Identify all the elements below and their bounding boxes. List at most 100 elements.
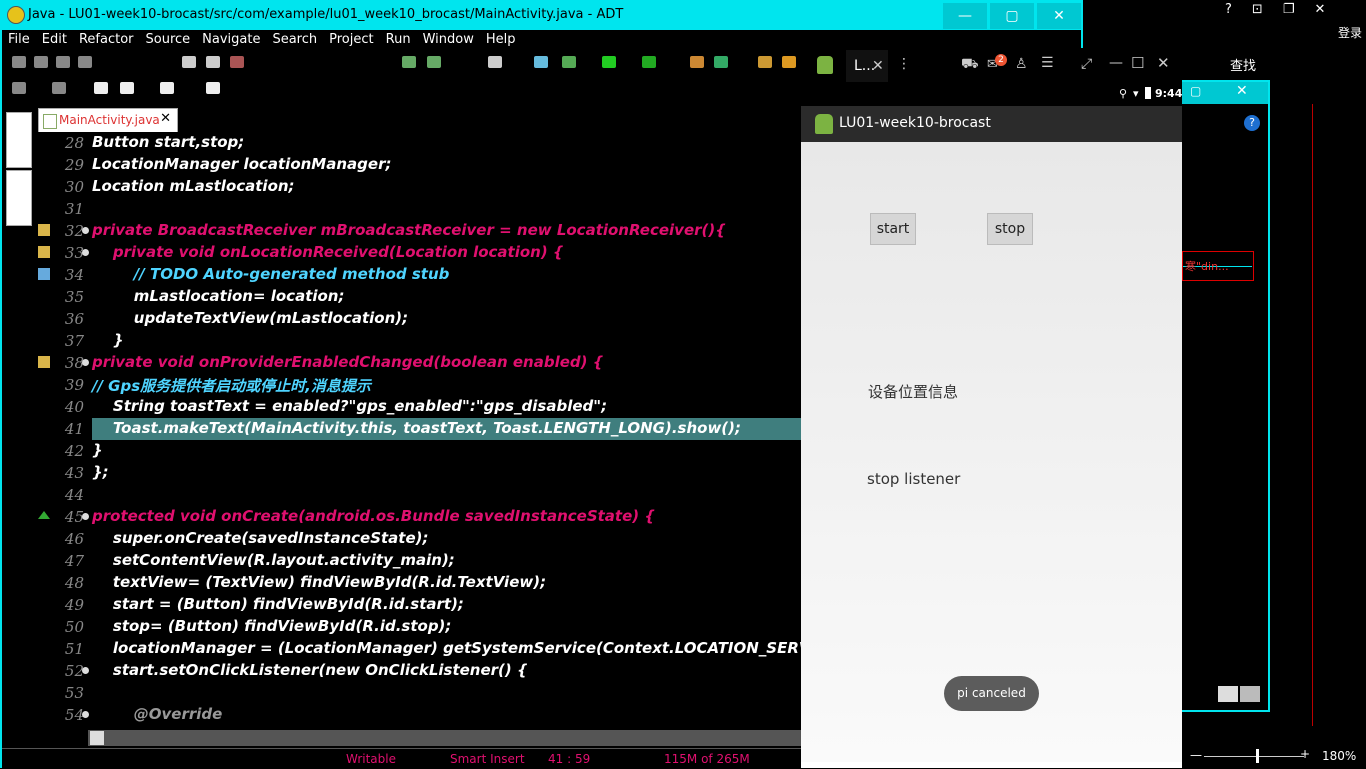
code-editor[interactable]: 28 Button start,stop; 29 LocationManager l…	[36, 132, 802, 730]
save-all-icon[interactable]	[56, 56, 70, 68]
suspend-icon[interactable]	[206, 56, 220, 68]
fold-toggle-icon[interactable]	[82, 227, 89, 234]
override-icon[interactable]	[38, 511, 50, 519]
code-line: 52 start.setOnClickListener(new OnClickL…	[36, 660, 802, 682]
zoom-bar: — + 180%	[1182, 746, 1366, 768]
emulator-tab[interactable]: L... ✕	[846, 50, 888, 82]
code-line: 38 private void onProviderEnabledChanged(…	[36, 352, 802, 374]
menu-file[interactable]: File	[2, 30, 36, 52]
close-button[interactable]: ✕	[1037, 3, 1081, 29]
task-icon[interactable]	[38, 268, 50, 280]
menu-help[interactable]: Help	[480, 30, 522, 52]
help-circle-icon[interactable]: ?	[1244, 115, 1260, 131]
history-icon[interactable]	[12, 82, 26, 94]
avd-manager-icon[interactable]	[427, 56, 441, 68]
bg-close-icon[interactable]: ✕	[1236, 83, 1248, 99]
code-text: }	[92, 441, 103, 459]
code-line: 40 String toastText = enabled?"gps_enabl…	[36, 396, 802, 418]
warning-icon[interactable]	[38, 356, 50, 368]
app-title: LU01-week10-brocast	[839, 115, 991, 131]
outline-icon[interactable]	[6, 170, 32, 226]
history-back-icon[interactable]	[120, 82, 134, 94]
cart-icon[interactable]: ⛟	[961, 56, 979, 74]
run-icon[interactable]	[602, 56, 616, 68]
back-arrow-icon[interactable]	[94, 82, 108, 94]
menu-edit[interactable]: Edit	[36, 30, 73, 52]
menu-window[interactable]: Window	[417, 30, 480, 52]
expand-icon[interactable]: ⤢	[1081, 56, 1092, 72]
new-class-icon[interactable]	[690, 56, 704, 68]
zoom-out-icon[interactable]: —	[1190, 748, 1202, 762]
zoom-in-icon[interactable]: +	[1300, 747, 1310, 761]
menu-navigate[interactable]: Navigate	[196, 30, 266, 52]
user-icon[interactable]: ♙	[1015, 56, 1028, 72]
resume-icon[interactable]	[182, 56, 196, 68]
pen-icon[interactable]	[782, 56, 796, 68]
maximize-icon[interactable]: ☐	[1131, 54, 1144, 72]
close-tab-icon[interactable]: ✕	[160, 111, 171, 126]
fold-toggle-icon[interactable]	[82, 711, 89, 718]
open-type-icon[interactable]	[758, 56, 772, 68]
search-result-text: 寒"din...	[1185, 260, 1229, 273]
close-icon[interactable]: ✕	[1314, 2, 1325, 22]
help-icon[interactable]: ?	[1225, 2, 1232, 22]
stop-button[interactable]: stop	[987, 213, 1033, 245]
zoom-slider[interactable]	[1204, 756, 1304, 757]
layout-toggle-icon[interactable]	[1240, 686, 1260, 702]
bg-restore-icon[interactable]: ▢	[1190, 84, 1201, 98]
horizontal-scrollbar[interactable]	[88, 730, 802, 746]
login-link[interactable]: 登录	[1338, 24, 1362, 41]
forward-arrow-icon[interactable]	[160, 82, 174, 94]
restore-icon[interactable]: ⊡	[1252, 2, 1263, 22]
code-line: 43};	[36, 462, 802, 484]
fold-toggle-icon[interactable]	[82, 513, 89, 520]
search-result-box[interactable]: 寒"din...	[1182, 251, 1254, 281]
external-tools-icon[interactable]	[642, 56, 656, 68]
fold-toggle-icon[interactable]	[82, 249, 89, 256]
annotation-icon[interactable]	[52, 82, 66, 94]
package-explorer-icon[interactable]	[6, 112, 32, 168]
new-icon[interactable]	[12, 56, 26, 68]
menu-search[interactable]: Search	[266, 30, 323, 52]
warning-icon[interactable]	[38, 224, 50, 236]
more-menu-icon[interactable]: ⋮	[897, 56, 911, 72]
zoom-slider-thumb[interactable]	[1256, 749, 1259, 763]
new-project-icon[interactable]	[534, 56, 548, 68]
code-text: Button start,stop;	[92, 133, 245, 151]
terminate-icon[interactable]	[230, 56, 244, 68]
sdk-manager-icon[interactable]	[402, 56, 416, 68]
code-line: 41 Toast.makeText(MainActivity.this, toa…	[36, 418, 802, 440]
fold-toggle-icon[interactable]	[82, 667, 89, 674]
debug-icon[interactable]	[562, 56, 576, 68]
warning-icon[interactable]	[38, 246, 50, 258]
menu-icon[interactable]: ☰	[1041, 55, 1054, 71]
maximize-button[interactable]: ▢	[990, 3, 1034, 29]
menu-source[interactable]: Source	[140, 30, 197, 52]
print-icon[interactable]	[78, 56, 92, 68]
search-tool[interactable]: 查找	[1230, 55, 1256, 74]
code-line: 42}	[36, 440, 802, 462]
editor-tab-mainactivity[interactable]: MainActivity.java ✕	[38, 108, 178, 133]
minimize-icon[interactable]: —	[1109, 55, 1123, 71]
fold-toggle-icon[interactable]	[82, 359, 89, 366]
refresh-icon[interactable]	[714, 56, 728, 68]
menu-project[interactable]: Project	[323, 30, 379, 52]
battery-icon	[1145, 87, 1151, 99]
code-line: 46 super.onCreate(savedInstanceState);	[36, 528, 802, 550]
minimize-button[interactable]: —	[943, 3, 987, 29]
menu-refactor[interactable]: Refactor	[73, 30, 140, 52]
status-memory[interactable]: 115M of 265M	[664, 752, 750, 766]
menu-run[interactable]: Run	[380, 30, 417, 52]
tab-close-icon[interactable]: ✕	[872, 58, 884, 74]
lint-icon[interactable]	[488, 56, 502, 68]
start-button[interactable]: start	[870, 213, 916, 245]
code-text: private void onProviderEnabledChanged(bo…	[92, 353, 604, 371]
pin-editor-icon[interactable]	[206, 82, 220, 94]
close-icon[interactable]: ✕	[1157, 54, 1170, 72]
line-number: 52	[64, 662, 84, 680]
scroll-left-icon[interactable]	[90, 731, 104, 745]
save-icon[interactable]	[34, 56, 48, 68]
view-toggle-icon[interactable]	[1218, 686, 1238, 702]
line-number: 44	[64, 486, 84, 504]
maximize-icon[interactable]: ❐	[1283, 2, 1295, 22]
